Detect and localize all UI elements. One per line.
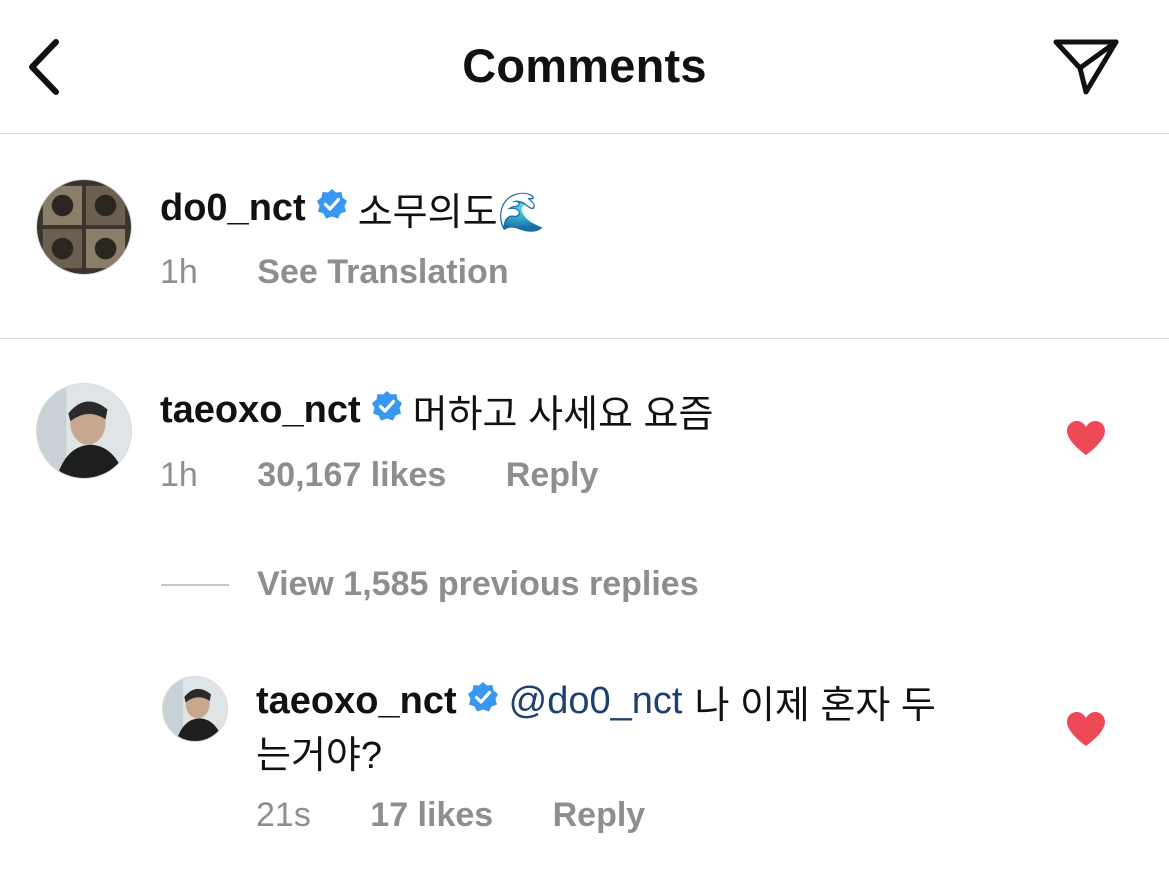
header-bar: Comments xyxy=(0,0,1169,134)
view-replies-label: View 1,585 previous replies xyxy=(257,565,699,603)
avatar-image xyxy=(37,384,131,478)
page-title: Comments xyxy=(462,39,707,92)
verified-badge-icon xyxy=(316,187,348,230)
reply-timestamp: 21s xyxy=(256,796,311,834)
caption-meta: 1h See Translation xyxy=(160,253,509,292)
post-caption: do0_nct 소무의도🌊 1h See Translation xyxy=(0,134,1169,339)
reply-line-1: taeoxo_nct @do0_nct 나 이제 혼자 두 xyxy=(256,674,936,729)
reply-mention-link[interactable]: @do0_nct xyxy=(509,680,683,723)
see-translation-button[interactable]: See Translation xyxy=(257,253,508,292)
reply-meta: 21s 17 likes Reply xyxy=(256,796,645,835)
reply-button[interactable]: Reply xyxy=(553,796,646,835)
heart-filled-icon xyxy=(1067,421,1105,455)
like-button[interactable] xyxy=(1066,711,1106,752)
heart-filled-icon xyxy=(1067,712,1105,746)
reply-username[interactable]: taeoxo_nct xyxy=(256,680,457,723)
reply-text-line2: 는거야? xyxy=(256,735,383,777)
caption-timestamp: 1h xyxy=(160,253,198,291)
avatar[interactable] xyxy=(36,179,132,275)
caption-text: 소무의도🌊 xyxy=(357,192,545,234)
reply-line-2: 는거야? xyxy=(256,724,382,779)
verified-badge-icon xyxy=(467,680,499,723)
avatar-image xyxy=(163,677,227,741)
avatar[interactable] xyxy=(36,383,132,479)
paper-plane-icon xyxy=(1053,39,1119,95)
comment-likes-count[interactable]: 30,167 likes xyxy=(257,456,446,495)
comment-line: taeoxo_nct 머하고 사세요 요즘 xyxy=(160,383,713,438)
caption-line: do0_nct 소무의도🌊 xyxy=(160,181,545,236)
like-button[interactable] xyxy=(1066,420,1106,461)
comment-username[interactable]: taeoxo_nct xyxy=(160,389,361,432)
comment-meta: 1h 30,167 likes Reply xyxy=(160,456,598,495)
reply-thread-dash xyxy=(161,583,229,586)
avatar[interactable] xyxy=(162,676,228,742)
comment-text: 머하고 사세요 요즘 xyxy=(412,394,714,436)
caption-username[interactable]: do0_nct xyxy=(160,187,306,230)
comment-timestamp: 1h xyxy=(160,456,198,494)
avatar-image xyxy=(37,180,131,274)
verified-badge-icon xyxy=(371,389,403,432)
share-button[interactable] xyxy=(1050,36,1122,98)
reply-text-line1: 나 이제 혼자 두 xyxy=(694,685,936,727)
reply-button[interactable]: Reply xyxy=(506,456,599,495)
view-previous-replies-button[interactable]: View 1,585 previous replies xyxy=(161,565,699,604)
reply-likes-count[interactable]: 17 likes xyxy=(370,796,493,835)
